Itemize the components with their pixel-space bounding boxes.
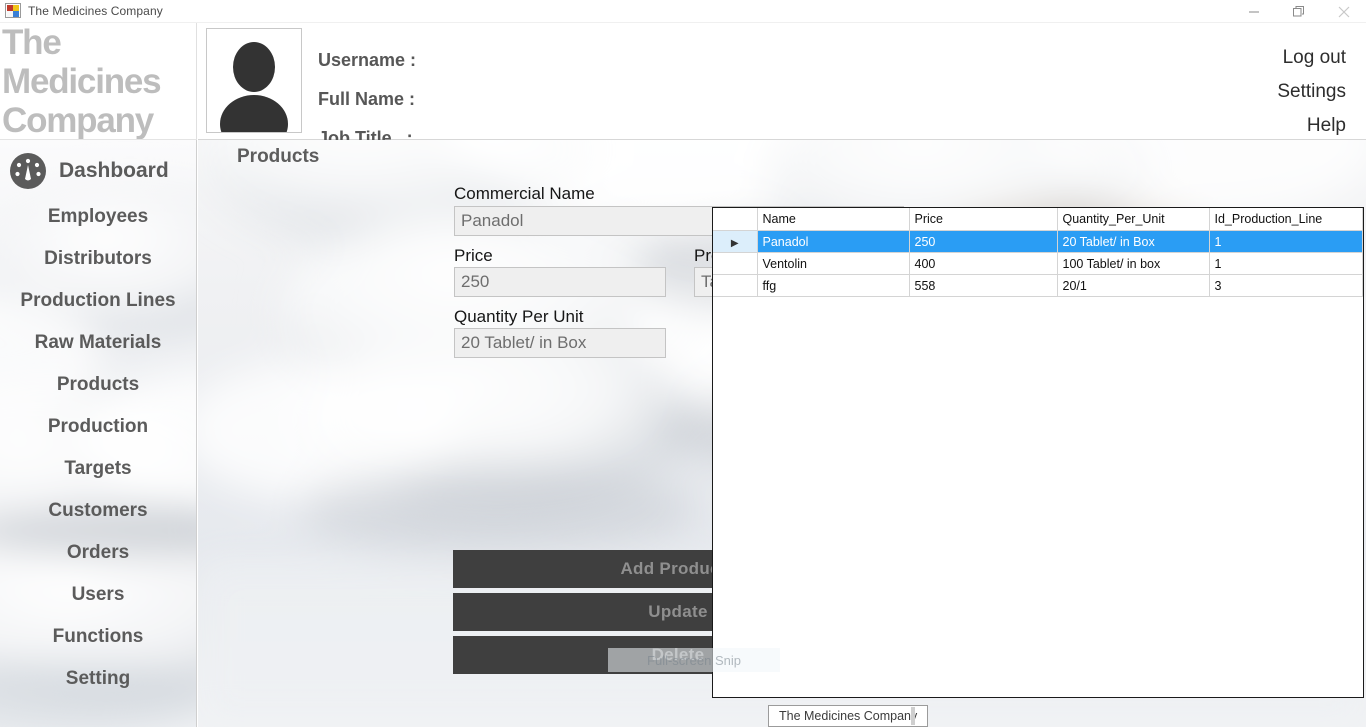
- sidebar-navigation: Dashboard Employees Distributors Product…: [0, 140, 197, 727]
- cell-name[interactable]: Ventolin: [757, 252, 910, 275]
- cell-id-production-line[interactable]: 1: [1209, 252, 1363, 275]
- column-header-name[interactable]: Name: [757, 208, 910, 231]
- cell-id-production-line[interactable]: 3: [1209, 274, 1363, 297]
- quantity-per-unit-label: Quantity Per Unit: [454, 307, 584, 326]
- window-title: The Medicines Company: [28, 4, 163, 18]
- minimize-button[interactable]: [1231, 0, 1276, 23]
- sidebar-item-raw-materials[interactable]: Raw Materials: [0, 322, 196, 364]
- row-selector[interactable]: [713, 274, 758, 297]
- taskbar-window-button-edge: [911, 707, 915, 725]
- price-input[interactable]: 250: [454, 267, 666, 297]
- table-row[interactable]: ffg 558 20/1 3: [713, 274, 1363, 297]
- table-row[interactable]: Ventolin 400 100 Tablet/ in box 1: [713, 252, 1363, 275]
- header-bar: Username : Full Name : Job Title : Log o…: [198, 23, 1366, 148]
- products-data-grid[interactable]: Name Price Quantity_Per_Unit Id_Producti…: [712, 207, 1364, 698]
- logo-line-1: The: [2, 23, 62, 62]
- row-marker-icon: ▶: [730, 237, 739, 249]
- sidebar-item-users[interactable]: Users: [0, 574, 196, 616]
- user-avatar-icon: [220, 42, 288, 132]
- sidebar-item-customers[interactable]: Customers: [0, 490, 196, 532]
- cell-id-production-line[interactable]: 1: [1209, 230, 1363, 253]
- table-row[interactable]: ▶ Panadol 250 20 Tablet/ in Box 1: [713, 230, 1363, 253]
- header-links: Log out Settings Help: [1277, 41, 1346, 143]
- username-label: Username :: [318, 50, 417, 70]
- table-header-row: Name Price Quantity_Per_Unit Id_Producti…: [713, 208, 1363, 231]
- sidebar-item-dashboard-label: Dashboard: [59, 159, 169, 182]
- window-controls: [1231, 0, 1366, 23]
- company-logo: The Medicines Company: [0, 23, 197, 140]
- sidebar-item-targets[interactable]: Targets: [0, 448, 196, 490]
- row-selector[interactable]: [713, 252, 758, 275]
- row-selector[interactable]: ▶: [713, 230, 758, 253]
- column-header-price[interactable]: Price: [909, 208, 1058, 231]
- help-link[interactable]: Help: [1277, 109, 1346, 143]
- cell-price[interactable]: 558: [909, 274, 1058, 297]
- sidebar-item-setting[interactable]: Setting: [0, 658, 196, 700]
- log-out-link[interactable]: Log out: [1277, 41, 1346, 75]
- column-header-id-production-line[interactable]: Id_Production_Line: [1209, 208, 1363, 231]
- sidebar-item-dashboard[interactable]: Dashboard: [0, 146, 196, 196]
- sidebar-item-functions[interactable]: Functions: [0, 616, 196, 658]
- fullname-label: Full Name :: [318, 89, 416, 109]
- sidebar-item-products[interactable]: Products: [0, 364, 196, 406]
- settings-link[interactable]: Settings: [1277, 75, 1346, 109]
- cell-quantity-per-unit[interactable]: 20/1: [1057, 274, 1210, 297]
- sidebar-item-employees[interactable]: Employees: [0, 196, 196, 238]
- cell-price[interactable]: 250: [909, 230, 1058, 253]
- cell-price[interactable]: 400: [909, 252, 1058, 275]
- maximize-button[interactable]: [1276, 0, 1321, 23]
- sidebar-item-production-lines[interactable]: Production Lines: [0, 280, 196, 322]
- vs-form-icon: [5, 3, 21, 19]
- cell-quantity-per-unit[interactable]: 100 Tablet/ in box: [1057, 252, 1210, 275]
- logo-line-3: Company: [2, 101, 154, 140]
- sidebar-item-orders[interactable]: Orders: [0, 532, 196, 574]
- sidebar-item-distributors[interactable]: Distributors: [0, 238, 196, 280]
- page-title: Products: [237, 146, 320, 167]
- price-label: Price: [454, 246, 493, 265]
- taskbar-window-button[interactable]: The Medicines Company: [768, 705, 929, 727]
- logo-line-2: Medicines: [2, 62, 162, 101]
- cell-name[interactable]: Panadol: [757, 230, 910, 253]
- avatar: [206, 28, 302, 133]
- application-window: The Medicines Company The Medicines Comp…: [0, 0, 1366, 727]
- column-header-quantity-per-unit[interactable]: Quantity_Per_Unit: [1057, 208, 1210, 231]
- sidebar-item-production[interactable]: Production: [0, 406, 196, 448]
- cell-quantity-per-unit[interactable]: 20 Tablet/ in Box: [1057, 230, 1210, 253]
- gauge-icon: [10, 153, 46, 189]
- commercial-name-label: Commercial Name: [454, 184, 595, 203]
- cell-name[interactable]: ffg: [757, 274, 910, 297]
- column-header-selector: [713, 208, 758, 231]
- title-bar: The Medicines Company: [0, 0, 1366, 23]
- close-button[interactable]: [1321, 0, 1366, 23]
- quantity-per-unit-input[interactable]: 20 Tablet/ in Box: [454, 328, 666, 358]
